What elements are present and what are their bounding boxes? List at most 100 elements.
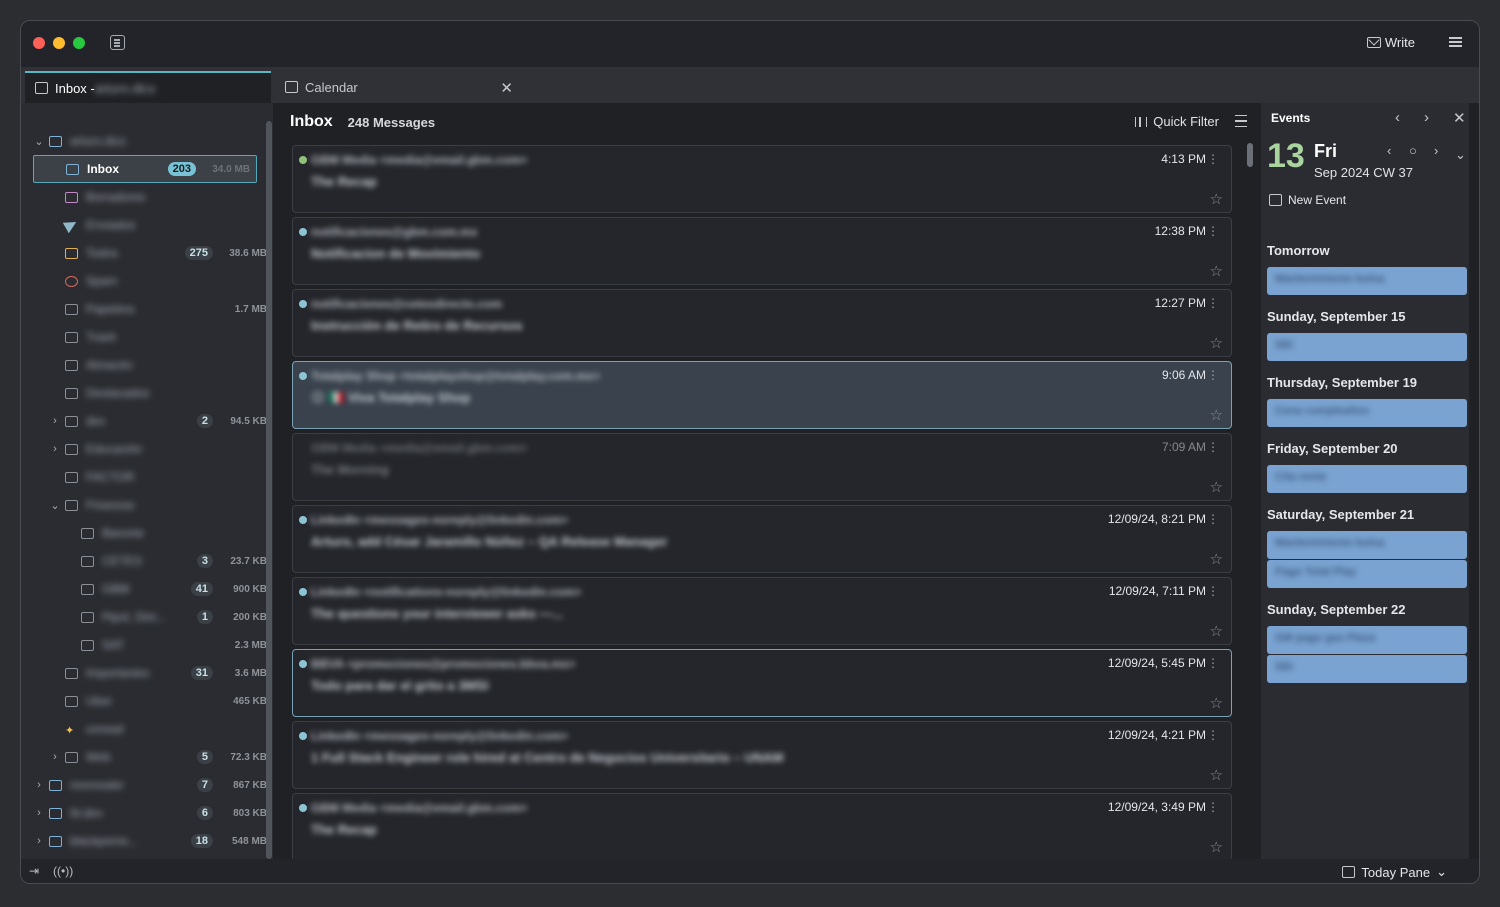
folder-row[interactable]: FACTOR xyxy=(21,463,273,491)
message-row[interactable]: notificaciones@cetesdirecto.com Instrucci… xyxy=(292,289,1232,357)
folder-row[interactable]: Almacén xyxy=(21,351,273,379)
folder-row[interactable]: ⌄ arturo.dicx xyxy=(21,127,273,155)
close-window-button[interactable] xyxy=(33,37,45,49)
collapse-pane-icon[interactable]: ⇥ xyxy=(29,864,39,878)
star-icon[interactable]: ☆ xyxy=(1210,190,1223,208)
more-options-icon[interactable]: ⋮ xyxy=(1207,584,1219,598)
folder-row[interactable]: ⌄ Finanzas xyxy=(21,491,273,519)
folder-row[interactable]: Importantes 31 3.6 MB xyxy=(21,659,273,687)
minimize-window-button[interactable] xyxy=(53,37,65,49)
event-item[interactable]: Cena cumpleaños xyxy=(1267,399,1467,427)
chevron-right-icon[interactable]: › xyxy=(49,415,61,427)
folder-row[interactable]: Pipol, Dini... 1 200 KB xyxy=(21,603,273,631)
chevron-right-icon[interactable]: › xyxy=(49,751,61,763)
prev-week-icon[interactable]: ‹ xyxy=(1387,143,1391,158)
unread-dot[interactable] xyxy=(299,516,307,524)
folder-row[interactable]: ✦ unread xyxy=(21,715,273,743)
folder-row[interactable]: Borradores xyxy=(21,183,273,211)
more-options-icon[interactable]: ⋮ xyxy=(1207,296,1219,310)
folder-row[interactable]: › fd.dev 6 803 KB xyxy=(21,799,273,827)
message-row[interactable]: GBM Media <media@email.gbm.com> The Morni… xyxy=(292,433,1232,501)
star-icon[interactable]: ☆ xyxy=(1210,262,1223,280)
folder-row[interactable]: › dev 2 94.5 KB xyxy=(21,407,273,435)
folder-row[interactable]: CETES 3 23.7 KB xyxy=(21,547,273,575)
write-button[interactable]: Write xyxy=(1366,35,1415,50)
message-row[interactable]: BBVA <promociones@promociones.bbva.mx> To… xyxy=(292,649,1232,717)
message-row[interactable]: LinkedIn <messages-noreply@linkedin.com>… xyxy=(292,721,1232,789)
close-events-icon[interactable]: ✕ xyxy=(1453,109,1466,127)
unread-dot[interactable] xyxy=(299,300,307,308)
more-options-icon[interactable]: ⋮ xyxy=(1207,440,1219,454)
app-menu-icon[interactable] xyxy=(1449,37,1462,39)
unread-dot[interactable] xyxy=(299,372,307,380)
folder-row[interactable]: Uber 465 KB xyxy=(21,687,273,715)
star-icon[interactable]: ☆ xyxy=(1210,838,1223,856)
event-item[interactable]: Mantenimiento bolsa xyxy=(1267,531,1467,559)
tab-calendar[interactable]: Calendar ✕ xyxy=(275,71,521,103)
tab-inbox[interactable]: Inbox - arturo.dicx xyxy=(25,71,271,103)
folder-row[interactable]: Banorte xyxy=(21,519,273,547)
folder-row[interactable]: Spam xyxy=(21,267,273,295)
online-status-icon[interactable]: ((•)) xyxy=(53,864,73,878)
message-row[interactable]: GBM Media <media@email.gbm.com> The Recap… xyxy=(292,145,1232,213)
folder-row[interactable]: Trash xyxy=(21,323,273,351)
star-icon[interactable]: ☆ xyxy=(1210,694,1223,712)
chevron-right-icon[interactable]: › xyxy=(33,835,45,847)
folder-row[interactable]: Destacados xyxy=(21,379,273,407)
message-row[interactable]: notificaciones@gbm.com.mx Notificacion de… xyxy=(292,217,1232,285)
folder-row[interactable]: SAT 2.3 MB xyxy=(21,631,273,659)
star-icon[interactable]: ☆ xyxy=(1210,622,1223,640)
folder-row[interactable]: Papelera 1.7 MB xyxy=(21,295,273,323)
more-options-icon[interactable]: ⋮ xyxy=(1207,152,1219,166)
event-item[interactable]: GM pago gas Plaza xyxy=(1267,626,1467,654)
unread-dot[interactable] xyxy=(299,660,307,668)
chevron-down-icon[interactable]: ⌄ xyxy=(49,499,61,512)
chevron-down-icon[interactable]: ⌄ xyxy=(33,135,45,148)
chevron-right-icon[interactable]: › xyxy=(33,779,45,791)
today-circle-icon[interactable]: ○ xyxy=(1409,143,1417,158)
unread-dot[interactable] xyxy=(299,228,307,236)
message-row[interactable]: GBM Media <media@email.gbm.com> The Recap… xyxy=(292,793,1232,861)
zoom-window-button[interactable] xyxy=(73,37,85,49)
more-options-icon[interactable]: ⋮ xyxy=(1207,728,1219,742)
quick-filter-button[interactable]: Quick Filter xyxy=(1135,114,1219,129)
event-item[interactable]: SEI xyxy=(1267,655,1467,683)
folder-row[interactable]: › Educación xyxy=(21,435,273,463)
folder-row[interactable]: Enviados xyxy=(21,211,273,239)
unread-dot[interactable] xyxy=(299,804,307,812)
close-tab-icon[interactable]: ✕ xyxy=(500,79,513,97)
folder-row[interactable]: GBM 41 900 KB xyxy=(21,575,273,603)
chevron-right-icon[interactable]: › xyxy=(49,443,61,455)
folder-scrollbar[interactable] xyxy=(266,121,272,859)
message-row[interactable]: LinkedIn <notifications-noreply@linkedin… xyxy=(292,577,1232,645)
event-item[interactable]: Cita renta xyxy=(1267,465,1467,493)
folder-row[interactable]: › blackpeme... 18 548 MB xyxy=(21,827,273,855)
message-row[interactable]: Totalplay Shop <totalplayshop@totalplay.… xyxy=(292,361,1232,429)
more-options-icon[interactable]: ⋮ xyxy=(1207,512,1219,526)
new-event-button[interactable]: New Event xyxy=(1269,193,1346,207)
prev-day-icon[interactable]: ‹ xyxy=(1395,109,1400,126)
unread-dot[interactable] xyxy=(299,156,307,164)
list-options-icon[interactable] xyxy=(1235,115,1247,127)
more-options-icon[interactable]: ⋮ xyxy=(1207,368,1219,382)
message-list-scrollbar[interactable] xyxy=(1247,143,1253,167)
unread-dot[interactable] xyxy=(299,732,307,740)
today-pane-button[interactable]: Today Pane ⌄ xyxy=(1342,864,1447,880)
more-options-icon[interactable]: ⋮ xyxy=(1207,800,1219,814)
star-icon[interactable]: ☆ xyxy=(1210,550,1223,568)
event-item[interactable]: Pago Total Play xyxy=(1267,560,1467,588)
event-item[interactable]: SEI xyxy=(1267,333,1467,361)
star-icon[interactable]: ☆ xyxy=(1210,334,1223,352)
star-icon[interactable]: ☆ xyxy=(1210,478,1223,496)
event-item[interactable]: Mantenimiento bolsa xyxy=(1267,267,1467,295)
folder-row[interactable]: › Web 5 72.3 KB xyxy=(21,743,273,771)
star-icon[interactable]: ☆ xyxy=(1210,766,1223,784)
folder-row[interactable]: Inbox 203 34.0 MB xyxy=(33,155,257,183)
more-options-icon[interactable]: ⋮ xyxy=(1207,224,1219,238)
folder-row[interactable]: › monrealer 7 867 KB xyxy=(21,771,273,799)
next-day-icon[interactable]: › xyxy=(1424,109,1429,126)
sidebar-toggle-icon[interactable] xyxy=(110,35,125,50)
more-options-icon[interactable]: ⋮ xyxy=(1207,656,1219,670)
chevron-down-icon[interactable]: ⌄ xyxy=(1455,147,1466,163)
next-week-icon[interactable]: › xyxy=(1434,143,1438,158)
